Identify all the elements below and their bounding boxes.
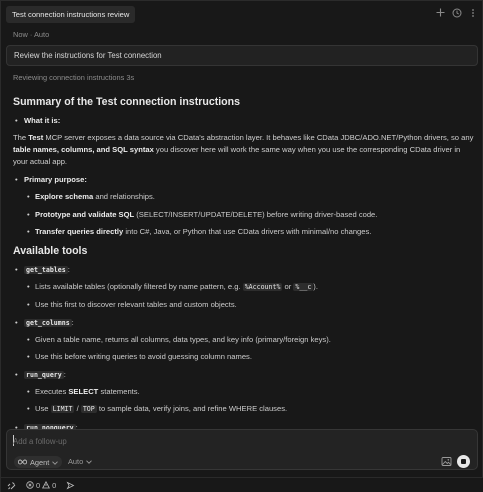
tool-bullet: Executes SELECT statements. [24,386,475,398]
chevron-down-icon [52,458,59,467]
tool-bullet: Given a table name, returns all columns,… [24,334,475,346]
tool-sublist: Executes SELECT statements. Use LIMIT / … [24,386,475,416]
tool-name: get_tables [24,265,68,274]
tool-item: get_tables: Lists available tables (opti… [13,264,475,311]
bold-text: Test [28,133,44,142]
purpose-bullet: Transfer queries directly into C#, Java,… [24,226,475,238]
panel-frame: Test connection instructions review Now … [0,0,483,492]
what-item: What it is: [13,115,475,127]
what-label: What it is: [24,116,61,125]
text: / [74,404,81,413]
model-label: Auto [68,457,84,466]
text: MCP server exposes a data source via CDa… [43,133,474,142]
tool-item: get_columns: Given a table name, returns… [13,317,475,363]
infinity-icon [17,458,28,467]
thinking-status[interactable]: Reviewing connection instructions 3s [13,73,134,82]
meta-separator: · [29,30,33,39]
text: Use [35,404,51,413]
plus-icon[interactable] [435,7,446,18]
text: into C#, Java, or Python that use CData … [123,227,372,236]
tool-item: run_nonquery: [13,422,475,429]
what-paragraph: The Test MCP server exposes a data sourc… [13,132,475,168]
image-attach-icon[interactable] [441,456,452,467]
bold-text: Transfer queries directly [35,227,124,236]
bold-text: table names, columns, and SQL syntax [13,145,154,154]
inline-code: LIMIT [50,405,75,413]
stop-button[interactable] [457,455,470,468]
tool-bullet: Use this before writing queries to avoid… [24,351,475,363]
message-time: Now [13,30,28,39]
inline-code: %__c [293,282,314,291]
more-icon[interactable] [467,7,478,18]
text: Lists available tables (optionally filte… [35,281,243,291]
text: Executes [35,386,69,396]
user-prompt-bubble[interactable]: Review the instructions for Test connect… [6,45,478,66]
text: statements. [98,386,140,396]
tool-sublist: Lists available tables (optionally filte… [24,281,475,311]
purpose-item: Primary purpose: Explore schema and rela… [13,174,475,238]
chat-header: Test connection instructions review [1,1,483,27]
follow-up-input[interactable] [13,434,443,448]
chevron-down-icon [86,457,93,466]
bold-text: Explore schema [35,192,94,201]
purpose-list: Primary purpose: Explore schema and rela… [13,174,475,238]
text: or [282,281,294,291]
bold-text: Prototype and validate SQL [35,209,135,219]
message-mode: Auto [33,30,50,39]
agent-mode-selector[interactable]: Agent [14,456,63,468]
assistant-response: Summary of the Test connection instructi… [13,89,475,429]
text: Use this first to discover relevant tabl… [35,300,237,309]
status-bar: 0 0 [1,477,483,492]
tools-list: get_tables: Lists available tables (opti… [13,264,475,429]
message-meta: Now · Auto [13,30,49,39]
stop-icon [461,459,466,464]
inline-code: %Account% [242,282,283,291]
text: ). [313,281,318,291]
remote-icon[interactable] [7,481,16,490]
purpose-label: Primary purpose: [24,175,87,184]
ports-icon[interactable] [66,481,75,490]
tool-name: get_columns [24,318,72,327]
header-actions [435,7,478,18]
history-icon[interactable] [451,7,462,18]
tool-bullet: Lists available tables (optionally filte… [24,281,475,294]
bold-text: SELECT [68,386,99,396]
purpose-bullet: Explore schema and relationships. [24,191,475,203]
text: to sample data, verify joins, and refine… [96,404,288,413]
text: Use this before writing queries to avoid… [35,352,252,361]
text: Given a table name, returns all columns,… [35,334,331,344]
tools-heading: Available tools [13,244,88,257]
inline-code: TOP [80,405,97,413]
error-icon [26,480,34,491]
tool-name: run_query [24,370,64,379]
tool-item: run_query: Executes SELECT statements. U… [13,369,475,416]
model-selector[interactable]: Auto [68,457,93,466]
text: and relationships. [93,192,155,201]
composer: Agent Auto [6,429,478,470]
what-list: What it is: [13,115,475,127]
text: : [71,317,74,327]
tool-sublist: Given a table name, returns all columns,… [24,334,475,363]
text: The [13,133,29,142]
summary-heading: Summary of the Test connection instructi… [13,96,241,108]
tool-bullet: Use this first to discover relevant tabl… [24,299,475,311]
warning-icon [42,480,51,491]
text: : [63,369,66,379]
problems-indicator[interactable]: 0 0 [26,480,57,491]
status-elapsed: 3s [126,73,135,82]
text: : [67,264,70,274]
purpose-bullet: Prototype and validate SQL (SELECT/INSER… [24,209,475,221]
agent-label: Agent [30,457,50,467]
chat-tab-title[interactable]: Test connection instructions review [6,6,136,23]
status-text: Reviewing connection instructions [13,73,125,82]
tool-bullet: Use LIMIT / TOP to sample data, verify j… [24,403,475,416]
text: (SELECT/INSERT/UPDATE/DELETE) before wri… [134,209,378,219]
warning-count: 0 [52,481,57,490]
purpose-sublist: Explore schema and relationships. Protot… [24,191,475,238]
error-count: 0 [36,481,41,490]
